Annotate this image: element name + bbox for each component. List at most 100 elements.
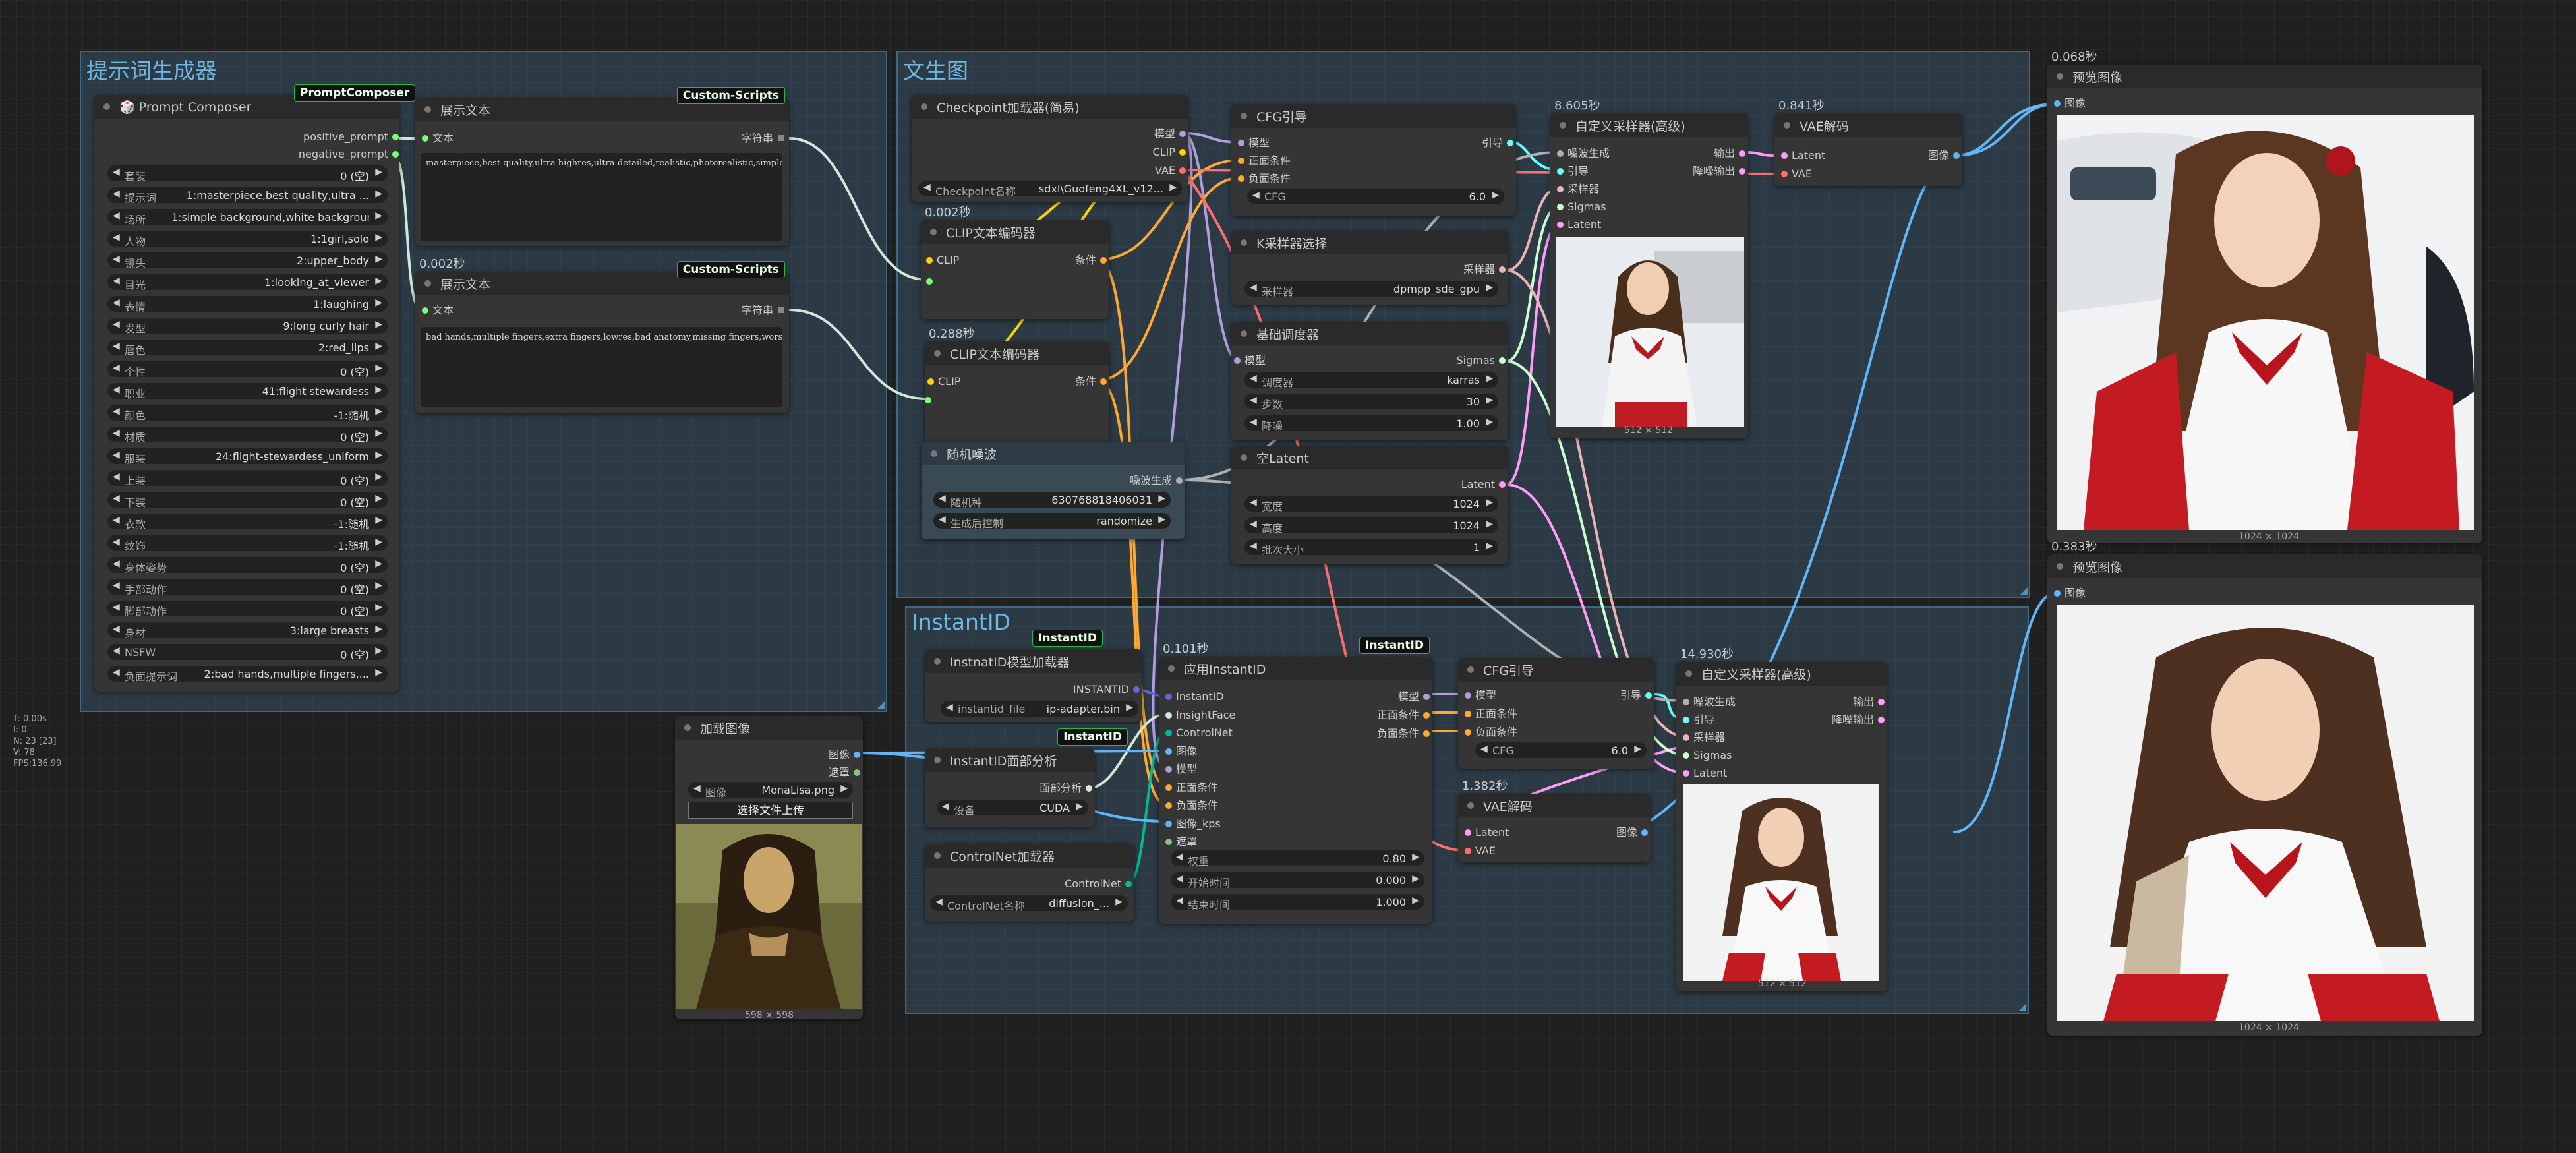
pin-input[interactable] xyxy=(1465,729,1471,736)
node-preview-image-2[interactable]: 0.383秒 预览图像 图像 1024 × 1024 xyxy=(2047,540,2482,1036)
output-output[interactable]: 输出 xyxy=(1853,696,1885,708)
collapse-dot[interactable] xyxy=(424,280,431,287)
output-instantid[interactable]: INSTANTID xyxy=(1073,684,1140,695)
arrow-left-icon[interactable]: ◀ xyxy=(1250,282,1257,293)
arrow-right-icon[interactable]: ▶ xyxy=(375,319,382,330)
pin-output[interactable] xyxy=(1176,477,1183,484)
pin-output[interactable] xyxy=(1133,686,1140,693)
end-at-widget[interactable]: ◀ 结束时间 1.000 ▶ xyxy=(1171,894,1424,911)
arrow-right-icon[interactable]: ▶ xyxy=(375,667,382,678)
arrow-right-icon[interactable]: ▶ xyxy=(1115,897,1123,907)
arrow-right-icon[interactable]: ▶ xyxy=(375,363,382,373)
input-vae[interactable]: VAE xyxy=(1465,845,1496,857)
node-header[interactable]: 基础调度器 xyxy=(1231,322,1508,345)
pin-input[interactable] xyxy=(1781,171,1788,177)
node-header[interactable]: 自定义采样器(高级) xyxy=(1550,113,1748,137)
arrow-left-icon[interactable]: ◀ xyxy=(1252,190,1260,200)
node-instantid-face-analysis[interactable]: InstantID InstantID面部分析 面部分析 ◀ 设备 CUDA ▶ xyxy=(925,728,1128,827)
arrow-right-icon[interactable]: ▶ xyxy=(375,254,382,264)
arrow-left-icon[interactable]: ◀ xyxy=(946,702,953,713)
node-show-text-1[interactable]: Custom-Scripts 展示文本 文本 字符串 masterpiece,b… xyxy=(415,87,789,246)
arrow-right-icon[interactable]: ▶ xyxy=(375,537,382,547)
collapse-dot[interactable] xyxy=(921,103,927,110)
input-sigmas[interactable]: Sigmas xyxy=(1557,201,1606,213)
group-title[interactable]: 提示词生成器 xyxy=(86,53,217,85)
node-header[interactable]: 随机噪波 xyxy=(922,442,1185,465)
arrow-right-icon[interactable]: ▶ xyxy=(1158,493,1165,504)
pin-input[interactable] xyxy=(1165,711,1172,719)
scheduler-combo[interactable]: ◀ 调度器 karras ▶ xyxy=(1244,372,1498,389)
group-title[interactable]: InstantID xyxy=(912,609,1010,635)
arrow-right-icon[interactable]: ▶ xyxy=(1486,282,1493,293)
prompt-composer-combo[interactable]: ◀ 职业 41:flight stewardess ▶ xyxy=(107,383,388,400)
arrow-right-icon[interactable]: ▶ xyxy=(375,558,382,569)
group-resize-handle[interactable] xyxy=(877,701,885,709)
input-slot[interactable]: InsightFace xyxy=(1165,709,1235,721)
collapse-dot[interactable] xyxy=(1784,122,1790,129)
prompt-composer-combo[interactable]: ◀ 人物 1:1girl,solo ▶ xyxy=(107,231,388,248)
pin-output[interactable] xyxy=(1423,694,1430,700)
node-header[interactable]: K采样器选择 xyxy=(1231,231,1508,254)
pin-input[interactable] xyxy=(1557,186,1564,192)
text-display[interactable]: masterpiece,best quality,ultra highres,u… xyxy=(421,153,782,241)
input-slot[interactable]: 模型 xyxy=(1165,763,1197,775)
arrow-right-icon[interactable]: ▶ xyxy=(1486,373,1493,384)
arrow-right-icon[interactable]: ▶ xyxy=(375,471,382,482)
node-header[interactable]: VAE解码 xyxy=(1458,794,1651,817)
node-header[interactable]: 预览图像 xyxy=(2047,554,2482,578)
pin-output[interactable] xyxy=(1739,168,1745,175)
prompt-composer-combo[interactable]: ◀ 个性 0 (空) ▶ xyxy=(107,361,388,378)
input-slot[interactable]: 遮罩 xyxy=(1165,836,1197,848)
node-canvas[interactable]: 提示词生成器 文生图 InstantID PromptComposer 🎲 Pr… xyxy=(0,0,2576,1153)
output-conditioning[interactable]: 条件 xyxy=(1075,254,1107,266)
pin-input[interactable] xyxy=(1557,204,1564,210)
pin-output[interactable] xyxy=(854,769,860,776)
prompt-composer-combo[interactable]: ◀ 脚部动作 0 (空) ▶ xyxy=(107,601,388,618)
arrow-left-icon[interactable]: ◀ xyxy=(113,602,120,612)
input-slot[interactable]: InstantID xyxy=(1165,691,1224,703)
collapse-dot[interactable] xyxy=(930,229,937,235)
arrow-right-icon[interactable]: ▶ xyxy=(1076,801,1083,812)
input-images[interactable]: 图像 xyxy=(2054,98,2086,109)
arrow-left-icon[interactable]: ◀ xyxy=(113,428,120,438)
arrow-right-icon[interactable]: ▶ xyxy=(375,276,382,286)
prompt-composer-combo[interactable]: ◀ 身材 3:large breasts ▶ xyxy=(107,622,388,639)
arrow-left-icon[interactable]: ◀ xyxy=(113,276,120,286)
pin-output[interactable] xyxy=(778,135,784,141)
pin-input[interactable] xyxy=(1683,717,1689,723)
batch-size-widget[interactable]: ◀ 批次大小 1 ▶ xyxy=(1244,539,1498,556)
start-at-widget[interactable]: ◀ 开始时间 0.000 ▶ xyxy=(1171,872,1424,889)
pin-output[interactable] xyxy=(1086,785,1092,792)
output-sampler[interactable]: 采样器 xyxy=(1463,264,1506,276)
arrow-left-icon[interactable]: ◀ xyxy=(113,493,120,504)
arrow-right-icon[interactable]: ▶ xyxy=(840,783,848,794)
collapse-dot[interactable] xyxy=(934,757,941,763)
controlnet-name-combo[interactable]: ◀ ControlNet名称 diffusion_... ▶ xyxy=(930,895,1128,912)
prompt-composer-combo[interactable]: ◀ 镜头 2:upper_body ▶ xyxy=(107,252,388,270)
node-header[interactable]: InstnatID模型加载器 xyxy=(925,649,1142,673)
prompt-composer-combo[interactable]: ◀ 表情 1:laughing ▶ xyxy=(107,296,388,313)
input-slot[interactable]: 图像 xyxy=(1165,745,1197,757)
prompt-composer-combo[interactable]: ◀ 提示词 1:masterpiece,best quality,ultra ...… xyxy=(107,187,388,204)
arrow-left-icon[interactable]: ◀ xyxy=(693,783,701,794)
pin-input[interactable] xyxy=(1165,766,1172,773)
pin-output[interactable] xyxy=(392,151,399,158)
image-file-combo[interactable]: ◀ 图像 MonaLisa.png ▶ xyxy=(688,782,853,799)
input-noise[interactable]: 噪波生成 xyxy=(1557,148,1610,160)
arrow-right-icon[interactable]: ▶ xyxy=(375,580,382,591)
height-widget[interactable]: ◀ 高度 1024 ▶ xyxy=(1244,517,1498,535)
output-output[interactable]: 输出 xyxy=(1714,148,1745,160)
pin-output[interactable] xyxy=(1179,149,1186,156)
arrow-right-icon[interactable]: ▶ xyxy=(375,297,382,308)
node-instantid-loader[interactable]: InstantID InstnatID模型加载器 INSTANTID ◀ inst… xyxy=(925,630,1142,722)
collapse-dot[interactable] xyxy=(1467,666,1474,673)
arrow-left-icon[interactable]: ◀ xyxy=(1176,895,1183,906)
pin-input[interactable] xyxy=(1557,168,1564,175)
collapse-dot[interactable] xyxy=(2057,73,2063,80)
collapse-dot[interactable] xyxy=(1241,239,1247,246)
pin-input[interactable] xyxy=(1557,150,1564,157)
pin-output[interactable] xyxy=(1423,712,1430,719)
output-conditioning[interactable]: 条件 xyxy=(1075,376,1107,388)
output-denoised[interactable]: 降噪输出 xyxy=(1693,165,1745,177)
arrow-right-icon[interactable]: ▶ xyxy=(375,210,382,221)
